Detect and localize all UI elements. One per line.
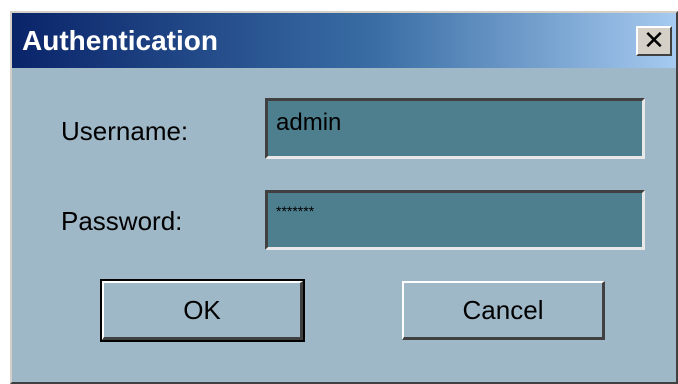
close-button[interactable]: ✕ — [636, 26, 672, 56]
username-value: admin — [276, 109, 342, 136]
password-field[interactable]: ******* — [265, 190, 645, 250]
title-bar[interactable]: Authentication ✕ — [12, 13, 676, 68]
dialog-title: Authentication — [22, 24, 218, 56]
ok-button-label: OK — [183, 294, 221, 325]
authentication-dialog: Authentication ✕ Username: admin Passwor… — [10, 11, 678, 384]
password-value: ******* — [276, 203, 315, 219]
username-label: Username: — [61, 116, 189, 146]
password-label: Password: — [61, 206, 183, 236]
close-icon: ✕ — [643, 26, 665, 56]
cancel-button[interactable]: Cancel — [402, 281, 605, 340]
cancel-button-label: Cancel — [462, 294, 544, 325]
ok-button[interactable]: OK — [100, 279, 305, 342]
username-field[interactable]: admin — [265, 98, 645, 159]
